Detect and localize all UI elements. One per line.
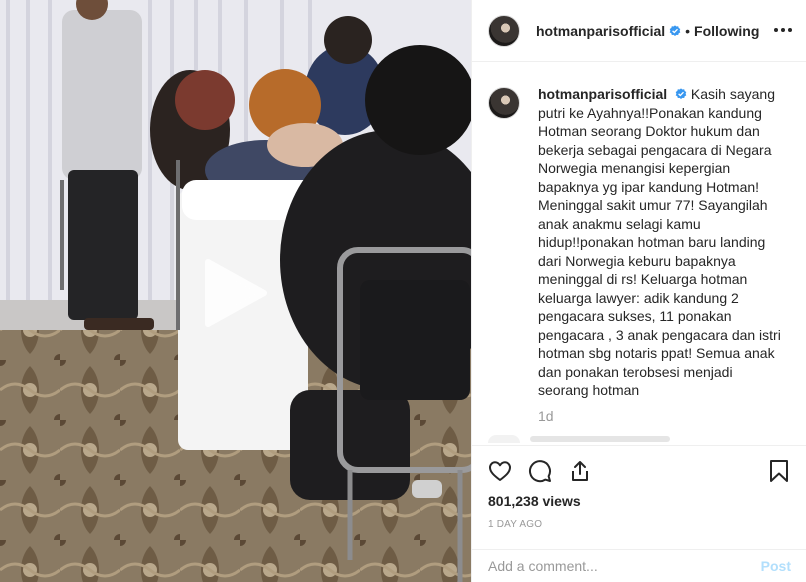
more-options-icon[interactable] — [773, 22, 793, 38]
post-comment-button[interactable]: Post — [761, 558, 791, 574]
post-details-panel: hotmanparisofficial • Following hotmanpa… — [471, 0, 806, 582]
comment-icon — [529, 460, 551, 483]
add-comment-bar: Post — [472, 549, 806, 582]
play-icon — [205, 259, 267, 327]
play-button[interactable] — [196, 258, 270, 328]
comments-section[interactable]: hotmanparisofficial Kasih sayang putri k… — [472, 63, 806, 445]
caption-username[interactable]: hotmanparisofficial — [538, 86, 667, 102]
share-icon — [572, 461, 588, 481]
author-avatar[interactable] — [488, 14, 520, 47]
caption-text: Kasih sayang putri ke Ayahnya!!Ponakan k… — [538, 86, 781, 398]
caption: hotmanparisofficial Kasih sayang putri k… — [488, 85, 791, 400]
post-media-video[interactable] — [0, 0, 471, 582]
post-actions: 801,238 views 1 DAY AGO — [472, 445, 806, 549]
verified-badge-icon — [669, 24, 681, 36]
caption-timestamp[interactable]: 1d — [538, 408, 791, 424]
like-button[interactable] — [488, 454, 528, 488]
heart-icon — [489, 461, 511, 481]
view-count[interactable]: 801,238 views — [488, 493, 791, 509]
caption-author-avatar[interactable] — [488, 87, 520, 119]
next-comment-preview — [488, 432, 791, 446]
caption-body: hotmanparisofficial Kasih sayang putri k… — [538, 85, 786, 400]
post-date[interactable]: 1 DAY AGO — [488, 519, 791, 530]
bookmark-icon — [770, 460, 788, 482]
comment-button[interactable] — [528, 454, 568, 488]
verified-badge-icon — [675, 88, 687, 99]
following-button[interactable]: Following — [694, 23, 759, 39]
save-button[interactable] — [767, 454, 791, 488]
share-button[interactable] — [568, 454, 608, 488]
header-separator: • — [685, 22, 691, 39]
author-username[interactable]: hotmanparisofficial — [536, 23, 665, 39]
post-header: hotmanparisofficial • Following — [472, 0, 806, 62]
comment-input[interactable] — [488, 558, 761, 574]
